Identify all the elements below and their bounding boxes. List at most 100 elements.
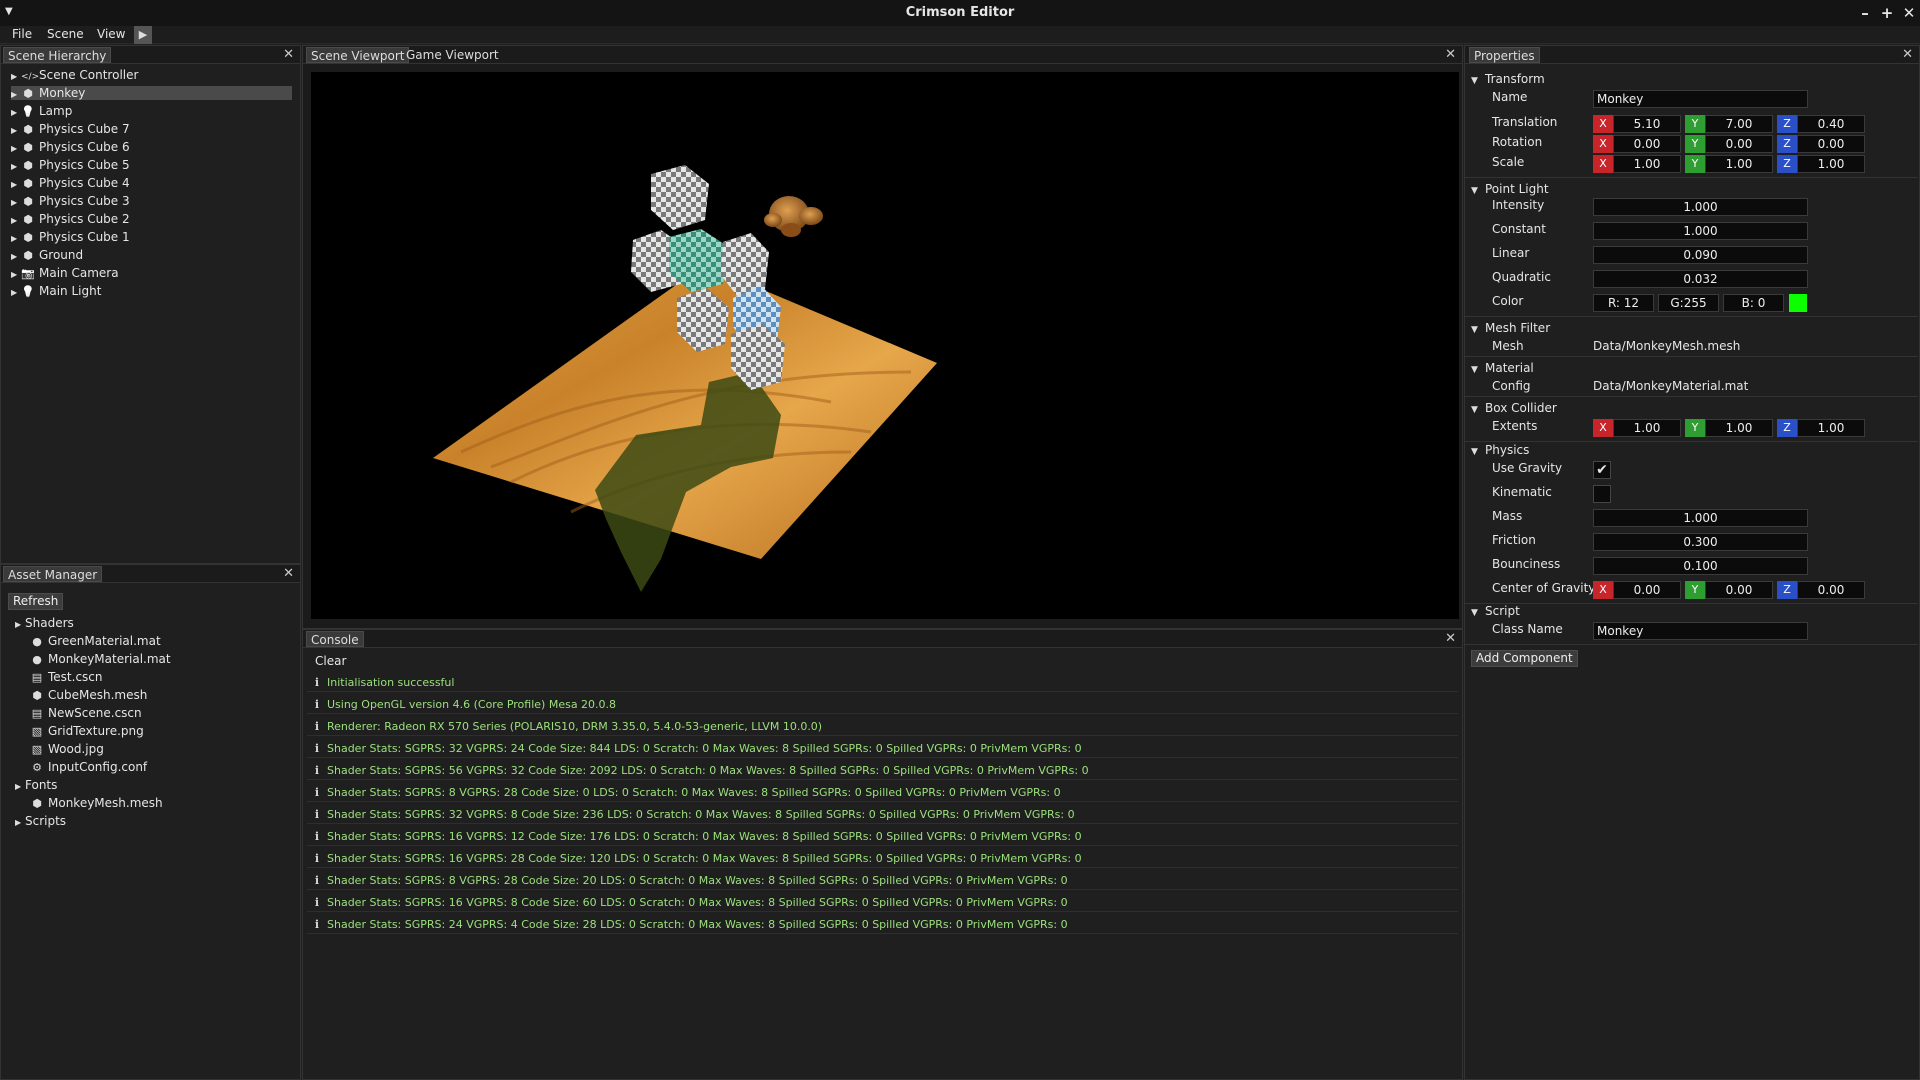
- expand-arrow-icon[interactable]: ▶: [11, 250, 21, 264]
- scale-y-field[interactable]: 1.00: [1705, 155, 1773, 173]
- scale-x-field[interactable]: 1.00: [1613, 155, 1681, 173]
- center-of-gravity-z-field[interactable]: 0.00: [1797, 581, 1865, 599]
- color-r-field[interactable]: R: 12: [1593, 294, 1654, 312]
- mesh-filter-header[interactable]: ▼ Mesh Filter: [1471, 321, 1550, 337]
- use-gravity-checkbox[interactable]: ✔: [1593, 461, 1611, 479]
- tab-scene-viewport[interactable]: Scene Viewport: [306, 47, 410, 63]
- point-light-header[interactable]: ▼ Point Light: [1471, 182, 1549, 198]
- rotation-x-field[interactable]: 0.00: [1613, 135, 1681, 153]
- mass-field[interactable]: 1.000: [1593, 509, 1808, 527]
- close-icon[interactable]: ✕: [1445, 631, 1456, 646]
- hierarchy-item[interactable]: ▶ ⬢ Physics Cube 2: [11, 212, 292, 226]
- asset-file[interactable]: ● MonkeyMaterial.mat: [30, 652, 170, 666]
- tab-scene-hierarchy[interactable]: Scene Hierarchy: [3, 47, 112, 63]
- center-of-gravity-y-field[interactable]: 0.00: [1705, 581, 1773, 599]
- asset-file[interactable]: ▤ NewScene.cscn: [30, 706, 142, 720]
- hierarchy-item[interactable]: ▶ ⬢ Physics Cube 1: [11, 230, 292, 244]
- extents-y-field[interactable]: 1.00: [1705, 419, 1773, 437]
- translation-x-field[interactable]: 5.10: [1613, 115, 1681, 133]
- asset-file[interactable]: ▤ Test.cscn: [30, 670, 103, 684]
- tab-console[interactable]: Console: [306, 631, 364, 647]
- quadratic-field[interactable]: 0.032: [1593, 270, 1808, 288]
- friction-field[interactable]: 0.300: [1593, 533, 1808, 551]
- extents-z-field[interactable]: 1.00: [1797, 419, 1865, 437]
- expand-arrow-icon[interactable]: ▶: [15, 618, 25, 632]
- hierarchy-item[interactable]: ▶ ⬢ Physics Cube 7: [11, 122, 292, 136]
- asset-file[interactable]: ⚙ InputConfig.conf: [30, 760, 147, 774]
- asset-file[interactable]: ● GreenMaterial.mat: [30, 634, 160, 648]
- menu-scene[interactable]: Scene: [47, 27, 84, 41]
- rotation-y-field[interactable]: 0.00: [1705, 135, 1773, 153]
- intensity-field[interactable]: 1.000: [1593, 198, 1808, 216]
- expand-arrow-icon[interactable]: ▶: [11, 124, 21, 138]
- menu-view[interactable]: View: [97, 27, 125, 41]
- play-button[interactable]: ▶: [134, 26, 152, 44]
- add-component-button[interactable]: Add Component: [1471, 650, 1578, 667]
- expand-arrow-icon[interactable]: ▶: [11, 70, 21, 84]
- color-g-field[interactable]: G:255: [1658, 294, 1719, 312]
- expand-arrow-icon[interactable]: ▶: [11, 142, 21, 156]
- bounciness-field[interactable]: 0.100: [1593, 557, 1808, 575]
- expand-arrow-icon[interactable]: ▶: [11, 106, 21, 120]
- expand-arrow-icon[interactable]: ▶: [11, 268, 21, 282]
- hierarchy-item[interactable]: ▶ </>Scene Controller: [11, 68, 292, 82]
- hierarchy-item[interactable]: ▶ ⬢ Ground: [11, 248, 292, 262]
- close-icon[interactable]: ✕: [283, 566, 294, 581]
- transform-header[interactable]: ▼ Transform: [1471, 72, 1545, 88]
- hierarchy-item[interactable]: ▶ ⬢ Monkey: [11, 86, 292, 100]
- constant-field[interactable]: 1.000: [1593, 222, 1808, 240]
- close-icon[interactable]: ✕: [1902, 47, 1913, 62]
- rotation-z-field[interactable]: 0.00: [1797, 135, 1865, 153]
- tab-game-viewport[interactable]: Game Viewport: [402, 47, 503, 63]
- tab-properties[interactable]: Properties: [1469, 47, 1540, 63]
- hierarchy-item[interactable]: ▶ ⬢ Physics Cube 3: [11, 194, 292, 208]
- expand-arrow-icon[interactable]: ▶: [11, 214, 21, 228]
- hierarchy-item[interactable]: ▶ ⬢ Physics Cube 5: [11, 158, 292, 172]
- box-collider-header[interactable]: ▼ Box Collider: [1471, 401, 1557, 417]
- minimize-icon[interactable]: –: [1855, 3, 1875, 23]
- refresh-button[interactable]: Refresh: [8, 593, 64, 610]
- expand-arrow-icon[interactable]: ▶: [11, 196, 21, 210]
- expand-arrow-icon[interactable]: ▶: [11, 232, 21, 246]
- linear-field[interactable]: 0.090: [1593, 246, 1808, 264]
- clear-button[interactable]: Clear: [315, 654, 346, 668]
- kinematic-checkbox[interactable]: [1593, 485, 1611, 503]
- asset-file[interactable]: ▧ Wood.jpg: [30, 742, 104, 756]
- asset-folder[interactable]: ▶ Scripts: [15, 814, 66, 828]
- asset-file[interactable]: ⬢ MonkeyMesh.mesh: [30, 796, 162, 810]
- asset-file[interactable]: ▧ GridTexture.png: [30, 724, 144, 738]
- translation-y-field[interactable]: 7.00: [1705, 115, 1773, 133]
- script-header[interactable]: ▼ Script: [1471, 604, 1520, 620]
- close-icon[interactable]: ✕: [1899, 3, 1919, 23]
- expand-arrow-icon[interactable]: ▶: [11, 178, 21, 192]
- asset-file[interactable]: ⬢ CubeMesh.mesh: [30, 688, 147, 702]
- expand-arrow-icon[interactable]: ▶: [11, 160, 21, 174]
- asset-folder[interactable]: ▶ Fonts: [15, 778, 57, 792]
- menu-file[interactable]: File: [12, 27, 32, 41]
- color-b-field[interactable]: B: 0: [1723, 294, 1784, 312]
- hierarchy-item[interactable]: ▶ 💡 Lamp: [11, 104, 292, 118]
- scale-z-field[interactable]: 1.00: [1797, 155, 1865, 173]
- scene-render-view[interactable]: [311, 72, 1459, 619]
- hierarchy-item[interactable]: ▶ 💡 Main Light: [11, 284, 292, 298]
- expand-arrow-icon[interactable]: ▶: [15, 780, 25, 794]
- material-header[interactable]: ▼ Material: [1471, 361, 1534, 377]
- tab-asset-manager[interactable]: Asset Manager: [3, 566, 103, 582]
- physics-header[interactable]: ▼ Physics: [1471, 443, 1529, 459]
- color-swatch[interactable]: [1789, 294, 1807, 312]
- extents-x-field[interactable]: 1.00: [1613, 419, 1681, 437]
- name-field[interactable]: Monkey: [1593, 90, 1808, 108]
- expand-arrow-icon[interactable]: ▶: [11, 286, 21, 300]
- center-of-gravity-x-field[interactable]: 0.00: [1613, 581, 1681, 599]
- hierarchy-item[interactable]: ▶ ⬢ Physics Cube 4: [11, 176, 292, 190]
- translation-z-field[interactable]: 0.40: [1797, 115, 1865, 133]
- maximize-icon[interactable]: +: [1877, 3, 1897, 23]
- class-name-field[interactable]: Monkey: [1593, 622, 1808, 640]
- expand-arrow-icon[interactable]: ▶: [11, 88, 21, 102]
- close-icon[interactable]: ✕: [1445, 47, 1456, 62]
- asset-folder[interactable]: ▶ Shaders: [15, 616, 74, 630]
- hierarchy-item[interactable]: ▶ 📷 Main Camera: [11, 266, 292, 280]
- expand-arrow-icon[interactable]: ▶: [15, 816, 25, 830]
- close-icon[interactable]: ✕: [283, 47, 294, 62]
- hierarchy-item[interactable]: ▶ ⬢ Physics Cube 6: [11, 140, 292, 154]
